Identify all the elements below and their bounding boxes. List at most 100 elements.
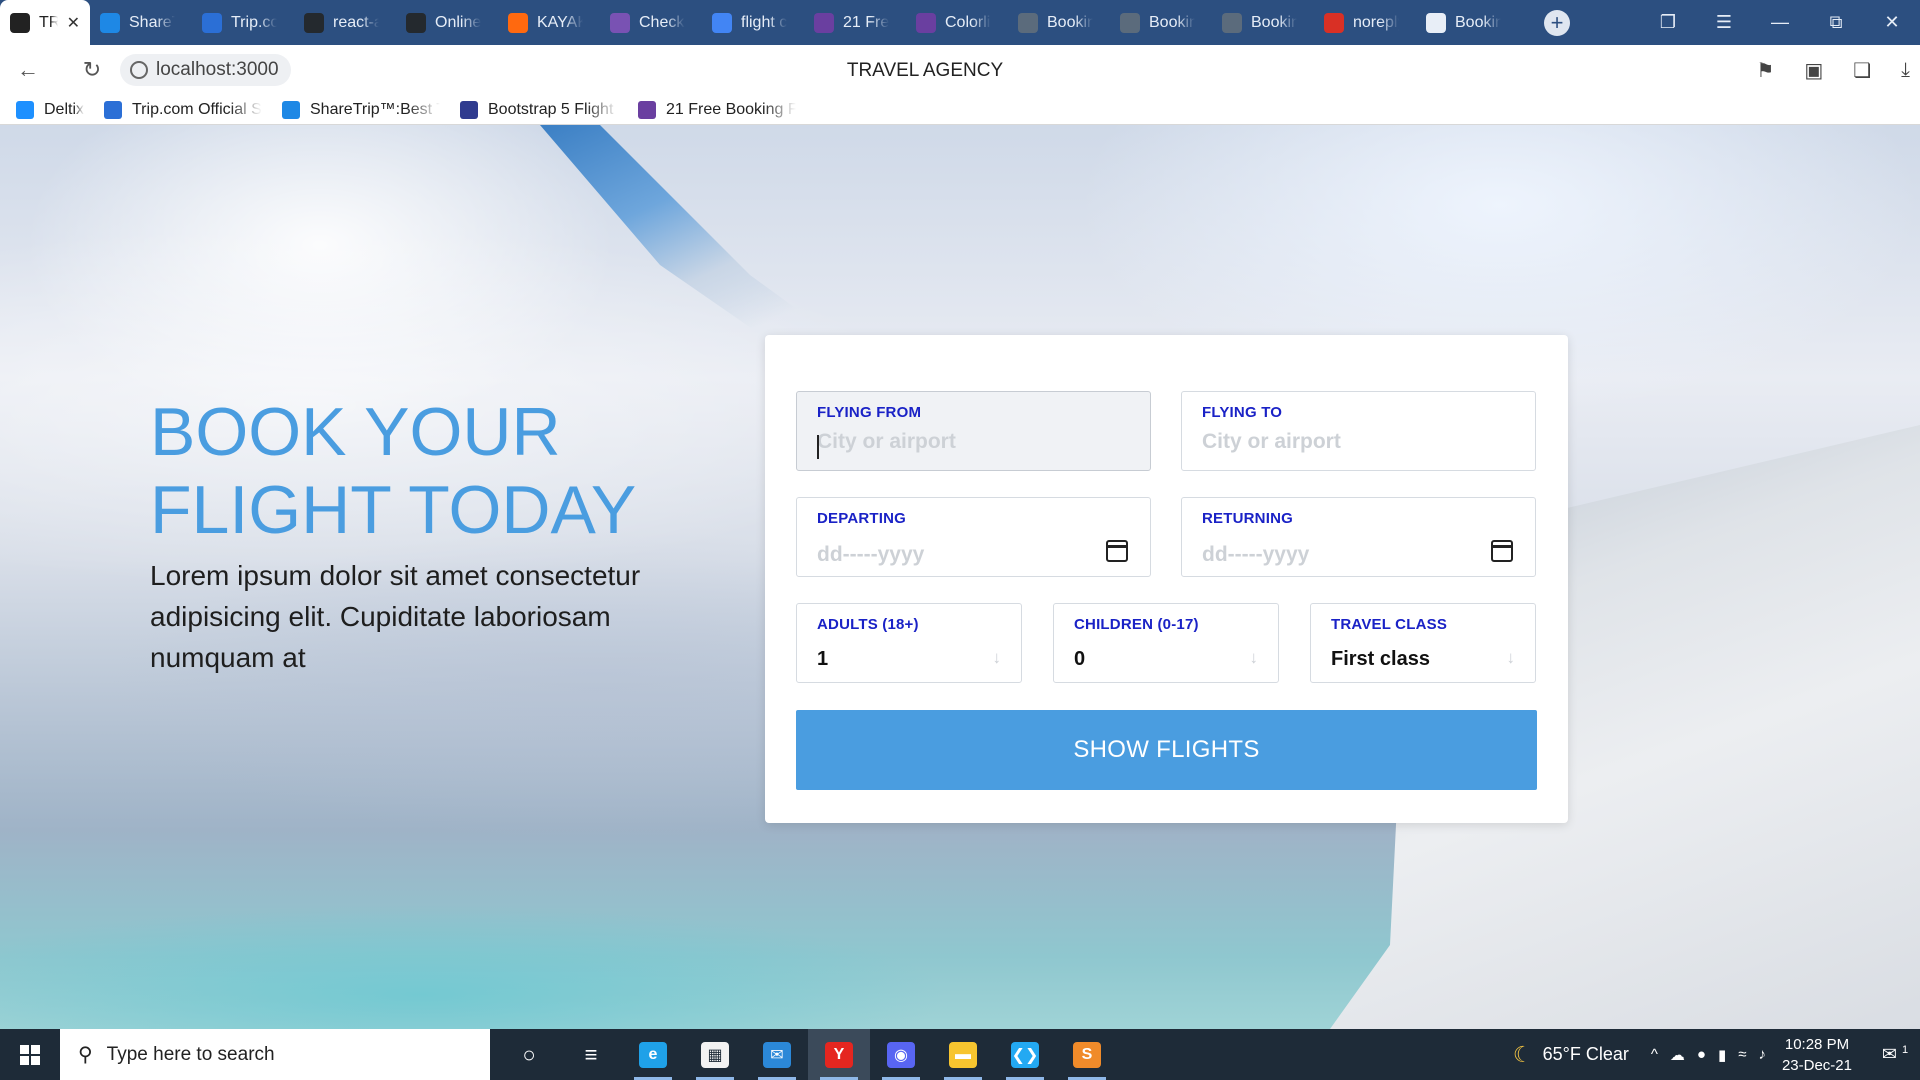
adults-value: 1	[817, 648, 829, 670]
browser-tab[interactable]: Trip.com	[192, 0, 294, 45]
browser-tab[interactable]: Bookin	[1110, 0, 1212, 45]
browser-tab[interactable]: KAYAK	[498, 0, 600, 45]
sharetrip-icon	[100, 12, 120, 33]
calendar-icon[interactable]	[1490, 540, 1513, 562]
cloud-icon[interactable]: ☁	[1670, 1046, 1685, 1064]
weather-text: 65°F Clear	[1542, 1044, 1629, 1064]
minimize-button[interactable]: —	[1752, 12, 1808, 33]
restore-button[interactable]: ⧉	[1808, 12, 1864, 33]
flying-from-field[interactable]: FLYING FROM	[796, 391, 1151, 471]
background-lake	[0, 885, 1300, 1029]
travel-class-select[interactable]: TRAVEL CLASS First class ↓	[1310, 603, 1536, 683]
browser-tab[interactable]: TRAVEL AGENCY ✕	[0, 0, 90, 45]
kayak-icon	[508, 12, 528, 33]
browser-tab[interactable]: ShareTrip	[90, 0, 192, 45]
clock[interactable]: 10:28 PM 23-Dec-21	[1782, 1034, 1852, 1076]
microphone-icon[interactable]: ●	[1697, 1046, 1706, 1064]
bootstrap-icon	[460, 100, 478, 119]
extensions-icon[interactable]: ▣	[1804, 58, 1823, 83]
favorite-link[interactable]: Bootstrap 5 Flight I	[460, 100, 618, 119]
document-icon	[1426, 12, 1446, 33]
collections-icon[interactable]: ☰	[1696, 12, 1752, 33]
browser-tab[interactable]: react-a	[294, 0, 396, 45]
mail-icon[interactable]: ✉	[746, 1029, 808, 1080]
returning-field[interactable]: RETURNING dd-----yyyy	[1181, 497, 1536, 577]
flying-from-label: FLYING FROM	[817, 404, 922, 421]
browser-tab-strip: TRAVEL AGENCY ✕ ShareTrip Trip.com react-a On…	[0, 0, 1920, 45]
tab-actions-icon[interactable]: ❐	[1640, 12, 1696, 33]
sublime-icon[interactable]: S	[1056, 1029, 1118, 1080]
weather-widget[interactable]: ☾ 65°F Clear	[1513, 1042, 1629, 1068]
tab-label: flight c	[741, 13, 787, 31]
children-label: CHILDREN (0-17)	[1074, 616, 1199, 633]
browser-tab[interactable]: Checks	[600, 0, 702, 45]
browser-tab[interactable]: Bookin	[1212, 0, 1314, 45]
notifications-button[interactable]: ✉ 1	[1870, 1044, 1920, 1065]
start-button[interactable]	[0, 1029, 60, 1080]
flying-to-input[interactable]	[1202, 430, 1502, 454]
close-window-button[interactable]: ✕	[1864, 12, 1920, 33]
returning-date-input[interactable]: dd-----yyyy	[1202, 543, 1309, 567]
discord-icon[interactable]: ◉	[870, 1029, 932, 1080]
vscode-icon[interactable]: ❮❯	[994, 1029, 1056, 1080]
cortana-icon[interactable]: ○	[498, 1029, 560, 1080]
colorlib-icon	[814, 12, 834, 33]
yandex-icon[interactable]: Y	[808, 1029, 870, 1080]
store-icon-glyph: ▦	[701, 1041, 729, 1068]
deltix-icon	[16, 100, 34, 119]
clock-time: 10:28 PM	[1784, 1035, 1850, 1053]
browser-tab[interactable]: Colorli	[906, 0, 1008, 45]
tripcom-icon	[104, 100, 122, 119]
adults-select[interactable]: ADULTS (18+) 1 ↓	[796, 603, 1022, 683]
departing-field[interactable]: DEPARTING dd-----yyyy	[796, 497, 1151, 577]
browser-tab[interactable]: Online	[396, 0, 498, 45]
favorite-link[interactable]: Trip.com Official Si	[104, 100, 262, 119]
address-bar: ← ↻ localhost:3000 TRAVEL AGENCY ⚑ ▣ ❏ ⤓	[0, 45, 1920, 95]
collections-toolbar-icon[interactable]: ❏	[1853, 58, 1871, 83]
flying-to-label: FLYING TO	[1202, 404, 1283, 421]
wifi-icon[interactable]: ≈	[1738, 1046, 1746, 1064]
volume-icon[interactable]: ♪	[1758, 1046, 1766, 1064]
task-view-icon[interactable]: ≡	[560, 1029, 622, 1080]
flying-from-input[interactable]	[817, 430, 1117, 454]
favorites-bar: Deltix Trip.com Official Si ShareTrip™:Bes…	[0, 95, 1920, 125]
notification-count: 1	[1901, 1044, 1909, 1056]
battery-icon[interactable]: ▮	[1718, 1046, 1726, 1064]
browser-tab[interactable]: Bookin	[1416, 0, 1518, 45]
chevron-up-icon[interactable]: ^	[1651, 1046, 1658, 1064]
tray-icons: ^ ☁ ● ▮ ≈ ♪	[1651, 1046, 1766, 1064]
browser-tab[interactable]: 21 Free	[804, 0, 906, 45]
windows-taskbar: ⚲ Type here to search ○ ≡ e ▦ ✉ Y ◉ ▬ ❮❯ S ☾ 65°F…	[0, 1029, 1920, 1080]
edge-icon[interactable]: e	[622, 1029, 684, 1080]
browser-tab[interactable]: flight c	[702, 0, 804, 45]
taskbar-search[interactable]: ⚲ Type here to search	[60, 1029, 490, 1080]
browser-tab[interactable]: noreply	[1314, 0, 1416, 45]
file-explorer-icon[interactable]: ▬	[932, 1029, 994, 1080]
tab-label: ShareTrip	[129, 13, 175, 31]
calendar-icon[interactable]	[1105, 540, 1128, 562]
new-tab-button[interactable]: +	[1544, 9, 1570, 36]
tab-label: react-a	[333, 13, 379, 31]
favorite-link[interactable]: 21 Free Booking Fo	[638, 100, 796, 119]
bookmark-icon[interactable]: ⚑	[1756, 58, 1774, 83]
favorite-label: Deltix	[44, 100, 84, 118]
store-icon[interactable]: ▦	[684, 1029, 746, 1080]
travel-class-label: TRAVEL CLASS	[1331, 616, 1448, 633]
show-flights-button[interactable]: SHOW FLIGHTS	[796, 710, 1537, 790]
close-tab-icon[interactable]: ✕	[67, 13, 80, 33]
page-title: TRAVEL AGENCY	[846, 60, 1004, 81]
sharetrip-icon	[282, 100, 300, 119]
flying-to-field[interactable]: FLYING TO	[1181, 391, 1536, 471]
tab-label: Bookin	[1149, 13, 1195, 31]
clock-date: 23-Dec-21	[1781, 1056, 1852, 1074]
tab-label: Colorli	[945, 13, 991, 31]
github-icon	[406, 12, 426, 33]
toolbar-right: ⚑ ▣ ❏ ⤓	[1756, 45, 1910, 95]
favorite-link[interactable]: ShareTrip™:Best Tra	[282, 100, 440, 119]
children-select[interactable]: CHILDREN (0-17) 0 ↓	[1053, 603, 1279, 683]
downloads-icon[interactable]: ⤓	[1901, 59, 1910, 82]
departing-date-input[interactable]: dd-----yyyy	[817, 543, 924, 567]
favorite-link[interactable]: Deltix	[16, 100, 84, 119]
browser-tab[interactable]: Bookin	[1008, 0, 1110, 45]
tab-label: noreply	[1353, 13, 1399, 31]
